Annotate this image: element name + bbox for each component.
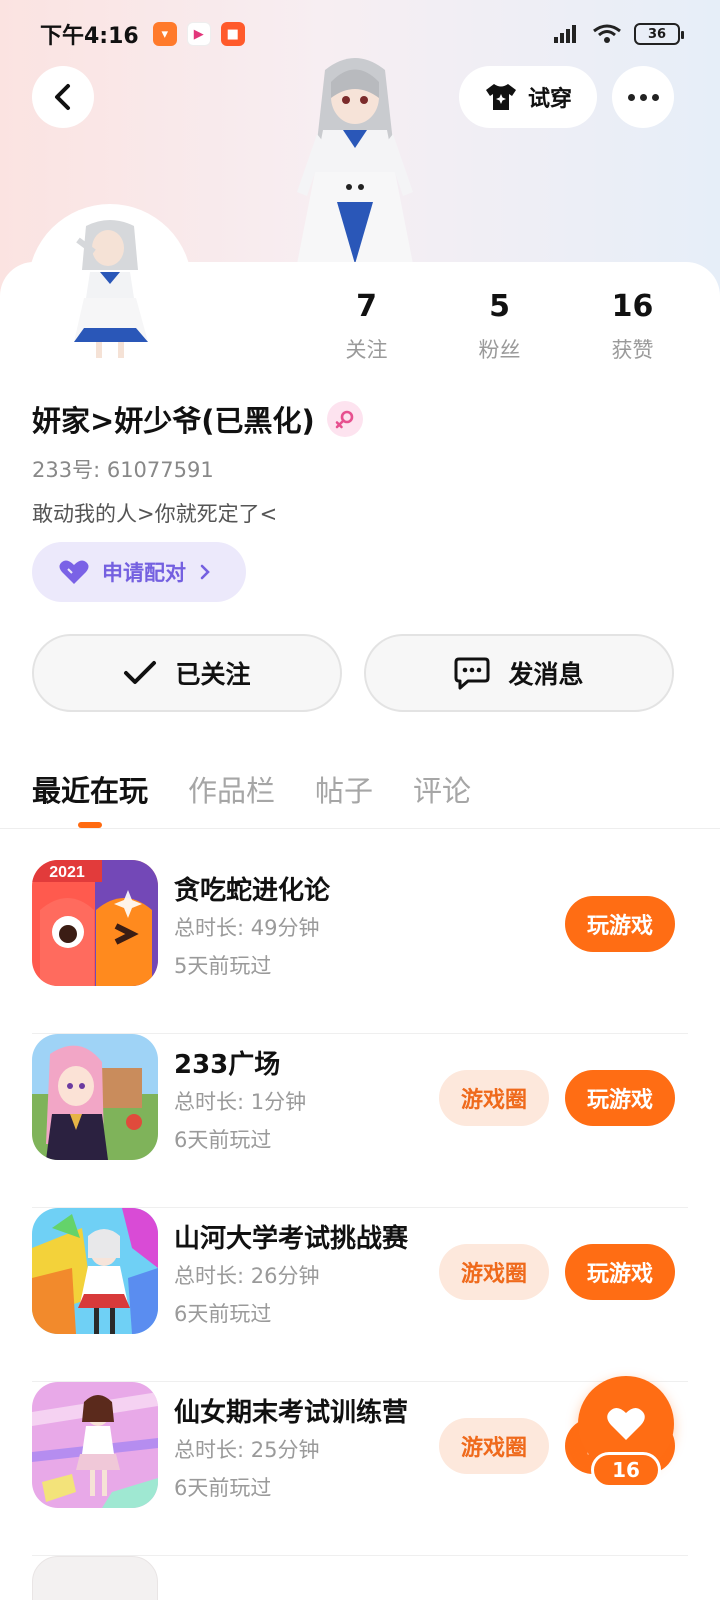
user-id: 233号: 61077591 bbox=[32, 458, 214, 482]
avatar[interactable] bbox=[34, 210, 186, 362]
game-playtime: 总时长: 49分钟 bbox=[174, 916, 320, 940]
heart-pair-icon bbox=[59, 560, 89, 584]
try-on-button[interactable]: 试穿 bbox=[459, 66, 597, 128]
tab-divider bbox=[0, 828, 720, 829]
battery-level: 36 bbox=[647, 26, 667, 42]
battery-icon: 36 bbox=[634, 23, 684, 45]
stat-number: 5 bbox=[489, 289, 510, 324]
game-circle-button[interactable]: 游戏圈 bbox=[439, 1244, 549, 1300]
game-title: 233广场 bbox=[174, 1050, 281, 1080]
game-playtime: 总时长: 26分钟 bbox=[174, 1264, 320, 1288]
video-app-icon: ▶ bbox=[186, 22, 211, 46]
try-on-label: 试穿 bbox=[527, 87, 572, 112]
stat-number: 7 bbox=[356, 289, 377, 324]
play-game-button[interactable]: 玩游戏 bbox=[565, 1070, 675, 1126]
followed-label: 已关注 bbox=[175, 660, 251, 689]
username-row: 妍家>妍少爷(已黑化) bbox=[32, 398, 363, 440]
request-pair-button[interactable]: 申请配对 bbox=[32, 542, 246, 602]
back-arrow-icon bbox=[55, 84, 70, 110]
stat-label: 获赞 bbox=[611, 338, 654, 362]
send-message-button[interactable]: 发消息 bbox=[364, 634, 674, 712]
game-icon-partial bbox=[32, 1556, 158, 1600]
stat-following[interactable]: 7 关注 bbox=[300, 290, 433, 364]
game-title: 贪吃蛇进化论 bbox=[174, 876, 331, 906]
stat-number: 16 bbox=[611, 289, 654, 324]
game-item[interactable]: 233广场 总时长: 1分钟 6天前玩过 游戏圈 玩游戏 bbox=[32, 1034, 688, 1208]
game-item[interactable]: 2021 贪吃蛇进化论 总时长: 49分钟 5天前玩过 玩游戏 bbox=[32, 860, 688, 1034]
heart-icon bbox=[607, 1407, 645, 1440]
floating-like-count: 16 bbox=[591, 1452, 661, 1488]
user-bio: 敢动我的人>你就死定了< bbox=[32, 502, 278, 526]
game-title: 仙女期末考试训练营 bbox=[174, 1398, 409, 1428]
avatar-character-image bbox=[34, 210, 186, 362]
stat-fans[interactable]: 5 粉丝 bbox=[433, 290, 566, 364]
shirt-icon bbox=[485, 84, 516, 110]
game-last-played: 6天前玩过 bbox=[174, 1476, 272, 1500]
game-icon-university-exam bbox=[32, 1208, 158, 1334]
status-app-icons: ▾ ▶ ■ bbox=[152, 22, 245, 46]
game-playtime: 总时长: 1分钟 bbox=[174, 1090, 307, 1114]
play-game-button[interactable]: 玩游戏 bbox=[565, 1244, 675, 1300]
game-last-played: 6天前玩过 bbox=[174, 1128, 272, 1152]
game-circle-button[interactable]: 游戏圈 bbox=[439, 1070, 549, 1126]
game-title: 山河大学考试挑战赛 bbox=[174, 1224, 409, 1254]
icon-badge-text: 2021 bbox=[49, 864, 85, 881]
status-time: 下午4:16 bbox=[40, 24, 139, 49]
tab-comments[interactable]: 评论 bbox=[413, 768, 471, 828]
chevron-right-icon bbox=[200, 564, 210, 580]
check-icon bbox=[124, 661, 157, 684]
tab-recently-played[interactable]: 最近在玩 bbox=[32, 768, 148, 828]
more-options-button[interactable] bbox=[612, 66, 674, 128]
send-message-label: 发消息 bbox=[508, 660, 584, 689]
tab-posts[interactable]: 帖子 bbox=[315, 768, 373, 828]
game-icon-snake: 2021 bbox=[32, 860, 158, 986]
play-game-button[interactable]: 玩游戏 bbox=[565, 896, 675, 952]
game-item[interactable]: 山河大学考试挑战赛 总时长: 26分钟 6天前玩过 游戏圈 玩游戏 bbox=[32, 1208, 688, 1382]
tab-works[interactable]: 作品栏 bbox=[188, 768, 275, 828]
pair-label: 申请配对 bbox=[102, 561, 186, 585]
female-gender-icon bbox=[326, 401, 363, 437]
more-dots-icon bbox=[627, 93, 635, 101]
signal-icon bbox=[554, 25, 576, 43]
game-circle-button[interactable]: 游戏圈 bbox=[439, 1418, 549, 1474]
back-button[interactable] bbox=[32, 66, 94, 128]
profile-tabs: 最近在玩 作品栏 帖子 评论 bbox=[32, 768, 471, 828]
username: 妍家>妍少爷(已黑化) bbox=[32, 404, 315, 438]
chat-bubble-icon bbox=[454, 657, 490, 690]
game-last-played: 6天前玩过 bbox=[174, 1302, 272, 1326]
wifi-icon bbox=[593, 24, 621, 43]
shop-app-icon: ▾ bbox=[152, 22, 177, 46]
stat-label: 粉丝 bbox=[478, 338, 521, 362]
game-icon-plaza bbox=[32, 1034, 158, 1160]
hero-character-illustration bbox=[297, 58, 413, 264]
camera-app-icon: ■ bbox=[220, 22, 245, 46]
stat-likes[interactable]: 16 获赞 bbox=[566, 290, 699, 364]
followed-button[interactable]: 已关注 bbox=[32, 634, 342, 712]
game-last-played: 5天前玩过 bbox=[174, 954, 272, 978]
profile-stats: 7 关注 5 粉丝 16 获赞 bbox=[300, 290, 700, 364]
game-icon-fairy-exam bbox=[32, 1382, 158, 1508]
game-playtime: 总时长: 25分钟 bbox=[174, 1438, 320, 1462]
status-indicators: 36 bbox=[552, 23, 684, 45]
stat-label: 关注 bbox=[345, 338, 388, 362]
